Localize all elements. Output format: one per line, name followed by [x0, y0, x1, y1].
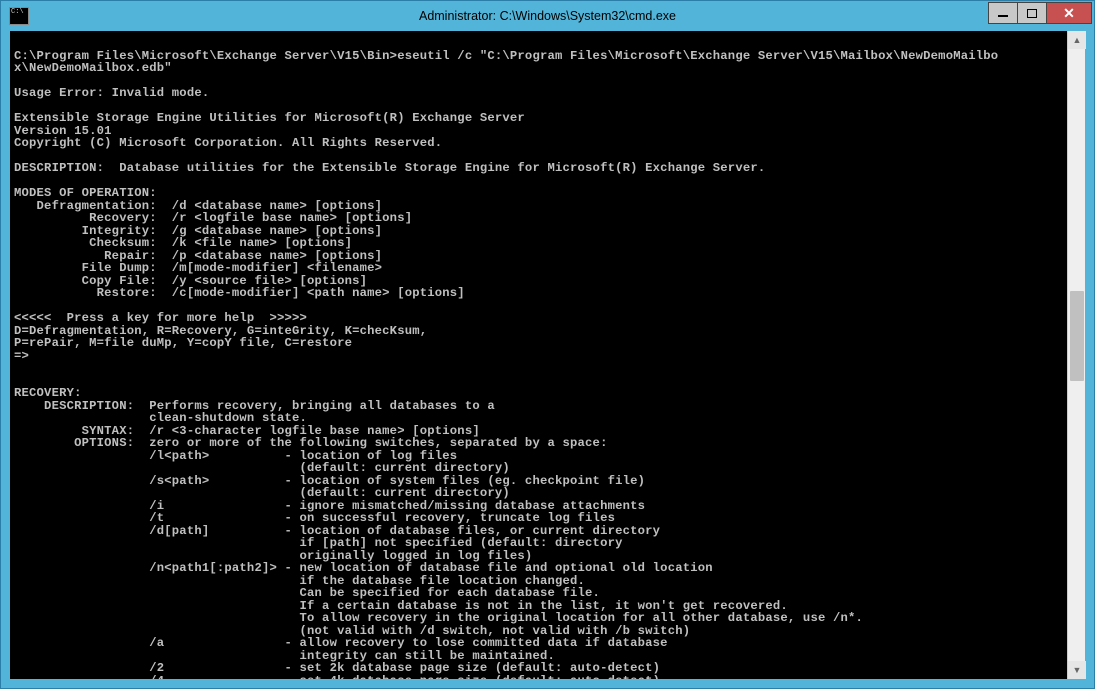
minimize-icon	[998, 15, 1008, 17]
close-button[interactable]: ✕	[1046, 2, 1092, 24]
close-icon: ✕	[1063, 6, 1075, 20]
window-title: Administrator: C:\Windows\System32\cmd.e…	[419, 9, 676, 23]
console-output[interactable]: C:\Program Files\Microsoft\Exchange Serv…	[10, 31, 1067, 679]
scroll-down-button[interactable]: ▼	[1068, 661, 1086, 679]
maximize-icon	[1027, 9, 1037, 18]
client-area: C:\Program Files\Microsoft\Exchange Serv…	[10, 31, 1085, 679]
maximize-button[interactable]	[1017, 2, 1047, 24]
scroll-thumb[interactable]	[1070, 291, 1084, 381]
titlebar[interactable]: Administrator: C:\Windows\System32\cmd.e…	[1, 1, 1094, 31]
window-controls: ✕	[989, 2, 1092, 24]
cmd-icon	[9, 7, 29, 25]
minimize-button[interactable]	[988, 2, 1018, 24]
scroll-up-button[interactable]: ▲	[1068, 31, 1086, 49]
cmd-window: Administrator: C:\Windows\System32\cmd.e…	[0, 0, 1095, 689]
vertical-scrollbar[interactable]: ▲ ▼	[1067, 31, 1085, 679]
